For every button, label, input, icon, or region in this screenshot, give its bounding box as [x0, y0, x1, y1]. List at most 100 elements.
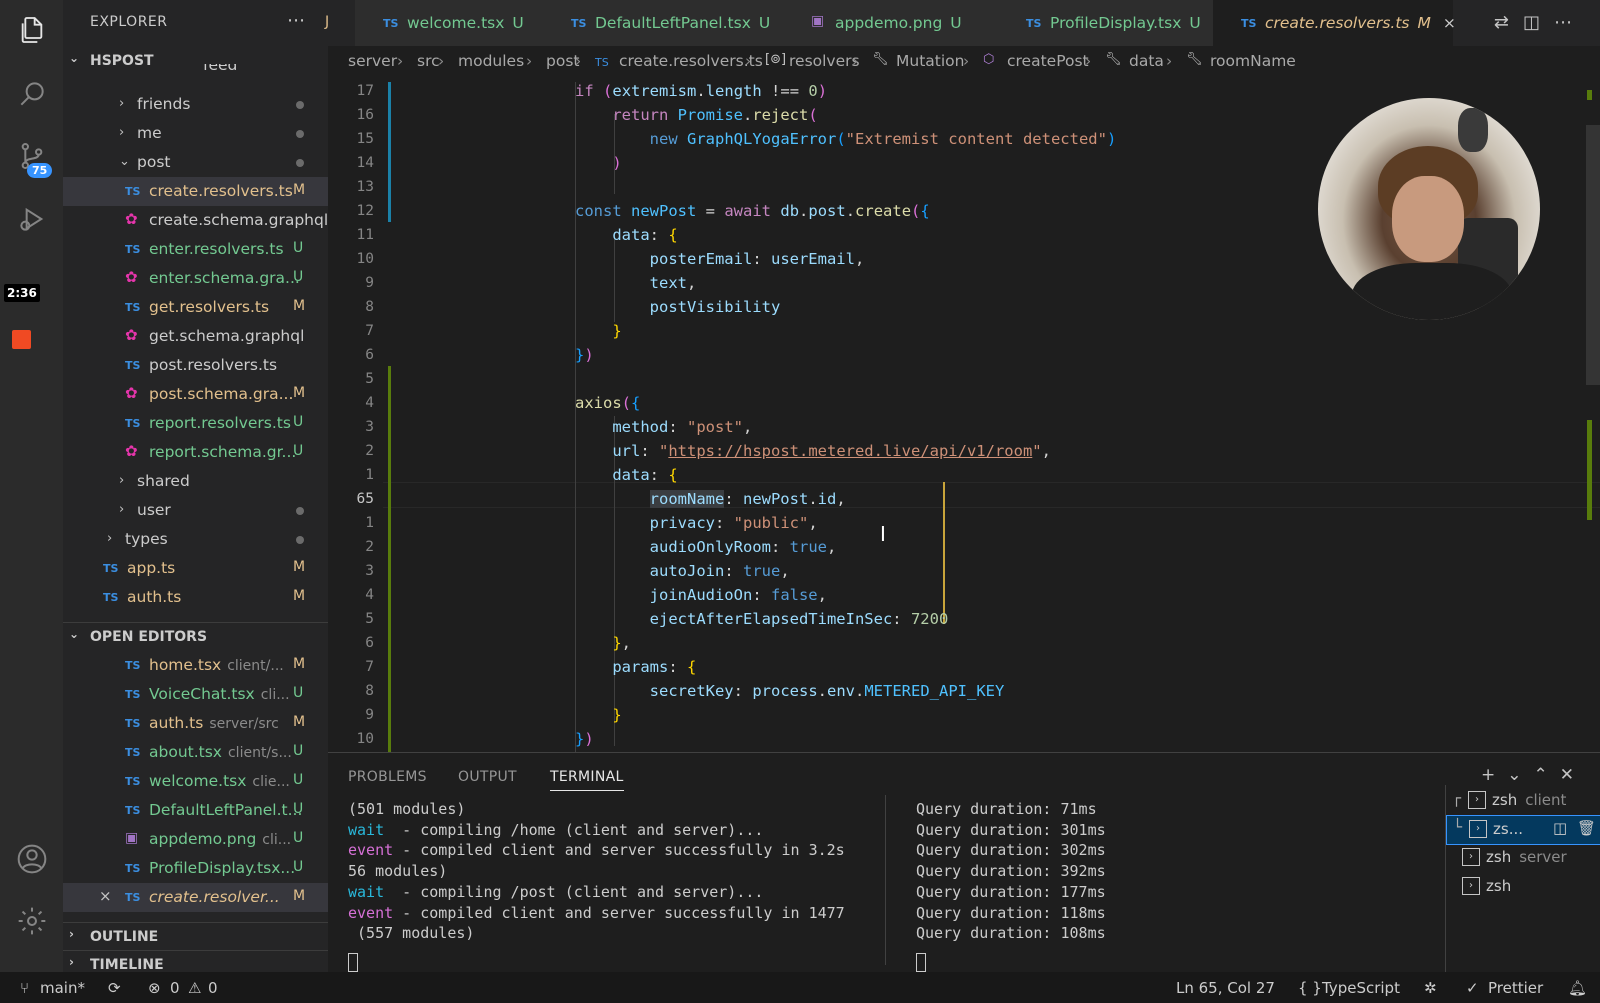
code-line: }): [575, 730, 594, 748]
terminal-line: wait - compiling /post (client and serve…: [348, 882, 764, 901]
tree-item-truncated[interactable]: feed: [203, 64, 237, 74]
stop-recording-icon[interactable]: [12, 330, 31, 349]
panel-tab-output[interactable]: OUTPUT: [458, 769, 517, 785]
breadcrumb-item[interactable]: server: [348, 52, 397, 70]
breadcrumb-item[interactable]: create.resolvers.ts: [619, 52, 763, 70]
open-editor-item[interactable]: TS home.tsx client/... M: [63, 651, 328, 680]
feedback-icon[interactable]: ✲: [1424, 979, 1437, 997]
tree-item[interactable]: TS enter.resolvers.ts U: [63, 235, 328, 264]
tree-item[interactable]: › friends: [63, 90, 328, 119]
open-editor-path: server/src: [209, 716, 279, 732]
panel-tab-terminal[interactable]: TERMINAL: [550, 769, 624, 791]
tree-item[interactable]: TS get.resolvers.ts M: [63, 293, 328, 322]
open-editor-item[interactable]: TS VoiceChat.tsx cli... U: [63, 680, 328, 709]
terminal-list-item[interactable]: ┌ › zsh client: [1446, 787, 1600, 815]
git-status: U: [293, 240, 304, 256]
breadcrumb-item[interactable]: createPost: [1007, 52, 1089, 70]
activity-bar: 75 2:36: [0, 0, 63, 972]
open-editor-item[interactable]: × TS create.resolver... M: [63, 883, 328, 912]
editor-scrollbar[interactable]: [1586, 125, 1600, 385]
open-editor-item[interactable]: ▣ appdemo.png cli... U: [63, 825, 328, 854]
split-editor-icon[interactable]: ◫: [1523, 12, 1554, 33]
terminal-list-item[interactable]: › zsh: [1446, 873, 1600, 901]
breadcrumb-item[interactable]: resolvers: [789, 52, 860, 70]
more-actions-icon[interactable]: ⋯: [1554, 12, 1586, 33]
warning-icon[interactable]: ⚠: [188, 979, 201, 997]
outline-header[interactable]: › OUTLINE: [63, 922, 328, 951]
editor-tab[interactable]: TS ProfileDisplay.tsx U: [998, 0, 1214, 46]
settings-gear-icon[interactable]: [16, 905, 48, 937]
open-editor-item[interactable]: TS ProfileDisplay.tsx... U: [63, 854, 328, 883]
breadcrumb-item[interactable]: data: [1129, 52, 1164, 70]
code-line: axios({: [575, 394, 641, 412]
git-branch[interactable]: main*: [40, 979, 85, 997]
close-panel-icon[interactable]: ✕: [1560, 765, 1586, 785]
terminal-split-divider[interactable]: [885, 795, 886, 965]
line-number: 2: [365, 443, 374, 459]
run-debug-icon[interactable]: [16, 203, 48, 235]
more-actions-icon[interactable]: ⋯: [287, 10, 305, 31]
breadcrumb-item[interactable]: roomName: [1210, 52, 1296, 70]
open-editor-item[interactable]: TS about.tsx client/s... U: [63, 738, 328, 767]
git-status: M: [293, 656, 306, 672]
tree-item[interactable]: TS app.ts M: [63, 554, 328, 583]
tree-item[interactable]: › shared: [63, 467, 328, 496]
new-terminal-icon[interactable]: +: [1481, 765, 1507, 785]
tree-item[interactable]: ✿ enter.schema.gra... U: [63, 264, 328, 293]
open-editors-header[interactable]: ⌄ OPEN EDITORS: [63, 622, 328, 651]
breadcrumb-item[interactable]: src: [417, 52, 440, 70]
language-mode[interactable]: TypeScript: [1322, 979, 1400, 997]
tree-item[interactable]: › me: [63, 119, 328, 148]
tree-item[interactable]: ✿ report.schema.gr... U: [63, 438, 328, 467]
cursor-position[interactable]: Ln 65, Col 27: [1176, 979, 1275, 997]
error-icon[interactable]: ⊗: [148, 979, 161, 997]
sync-icon[interactable]: ⟳: [108, 979, 121, 997]
git-branch-icon[interactable]: ⑂: [20, 979, 29, 997]
tree-item[interactable]: TS post.resolvers.ts: [63, 351, 328, 380]
tree-item[interactable]: TS create.resolvers.ts M: [63, 177, 328, 206]
compare-changes-icon[interactable]: ⇄: [1494, 12, 1523, 33]
tree-item[interactable]: ✿ post.schema.gra... M: [63, 380, 328, 409]
terminal-client[interactable]: (501 modules) wait - compiling /home (cli…: [348, 799, 845, 944]
open-editor-item[interactable]: TS welcome.tsx clie... U: [63, 767, 328, 796]
account-icon[interactable]: [16, 843, 48, 875]
panel-tab-problems[interactable]: PROBLEMS: [348, 769, 427, 785]
tree-item[interactable]: ✿ get.schema.graphql: [63, 322, 328, 351]
open-editor-name: appdemo.png: [149, 830, 257, 848]
warning-count[interactable]: 0: [208, 979, 218, 997]
open-editor-item[interactable]: TS DefaultLeftPanel.t... U: [63, 796, 328, 825]
trash-icon[interactable]: 🗑︎: [1577, 819, 1596, 837]
terminal-suffix: server: [1519, 848, 1567, 866]
search-icon[interactable]: [16, 78, 48, 110]
terminal-line: Query duration: 71ms: [916, 800, 1097, 818]
editor-tab[interactable]: TS welcome.tsx U: [355, 0, 544, 46]
editor-tab[interactable]: TS create.resolvers.ts M ×: [1213, 0, 1456, 46]
explorer-icon[interactable]: [16, 14, 48, 46]
tree-item[interactable]: › types: [63, 525, 328, 554]
breadcrumb-item[interactable]: Mutation: [896, 52, 964, 70]
error-count[interactable]: 0: [170, 979, 180, 997]
chevron-right-icon: ›: [69, 927, 74, 941]
maximize-panel-icon[interactable]: ⌃: [1534, 765, 1560, 785]
tree-item[interactable]: ✿ create.schema.graphql: [63, 206, 328, 235]
tree-item[interactable]: ⌄ post: [63, 148, 328, 177]
terminal-server[interactable]: Query duration: 71ms Query duration: 301m…: [916, 799, 1106, 944]
bell-icon[interactable]: 🔔︎: [1568, 979, 1587, 997]
split-terminal-icon[interactable]: ◫: [1553, 819, 1567, 837]
prettier-status[interactable]: Prettier: [1488, 979, 1543, 997]
code-line: },: [612, 634, 632, 652]
open-editor-item[interactable]: TS auth.ts server/src M: [63, 709, 328, 738]
tree-item[interactable]: › user: [63, 496, 328, 525]
terminal-line: Query duration: 301ms: [916, 820, 1106, 839]
tree-item[interactable]: TS report.resolvers.ts U: [63, 409, 328, 438]
breadcrumb-item[interactable]: modules: [458, 52, 524, 70]
editor-tab[interactable]: TS DefaultLeftPanel.tsx U: [543, 0, 784, 46]
terminal-list-item[interactable]: › zsh server: [1446, 844, 1600, 872]
tree-item[interactable]: TS auth.ts M: [63, 583, 328, 612]
close-icon[interactable]: ×: [99, 887, 112, 905]
line-number: 13: [356, 179, 374, 195]
chevron-down-icon[interactable]: ⌄: [1507, 765, 1533, 785]
terminal-list-item[interactable]: └ › zs... ◫ 🗑︎: [1446, 815, 1600, 845]
editor-tab[interactable]: ▣ appdemo.png U: [783, 0, 999, 46]
close-tab-icon[interactable]: ×: [1443, 14, 1456, 32]
